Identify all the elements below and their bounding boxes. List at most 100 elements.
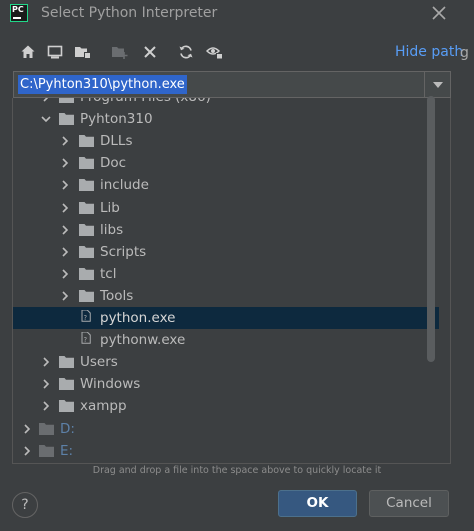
tree-item-label: include — [100, 177, 149, 194]
desktop-icon — [47, 45, 63, 59]
tree-folder-row[interactable]: Tools — [13, 285, 439, 307]
new-folder-icon — [112, 47, 128, 59]
tree-folder-row[interactable]: Doc — [13, 152, 439, 174]
drive-icon — [39, 444, 54, 457]
tree-item-label: Tools — [100, 287, 134, 304]
delete-button[interactable] — [139, 40, 161, 64]
tree-item-label: Windows — [80, 376, 141, 393]
chevron-right-icon[interactable] — [59, 268, 71, 280]
svg-text:?: ? — [84, 314, 88, 322]
tree-item-label: Program Files (x86) — [80, 98, 211, 106]
folder-icon — [59, 378, 74, 391]
tree-file-row[interactable]: ? pythonw.exe — [13, 329, 439, 351]
tree-item-label: E: — [60, 442, 74, 459]
folder-icon — [79, 245, 94, 258]
folder-icon — [79, 289, 94, 302]
chevron-right-icon[interactable] — [59, 246, 71, 258]
window-edge-fragment: g — [460, 42, 474, 62]
chevron-right-icon[interactable] — [59, 202, 71, 214]
chevron-right-icon[interactable] — [40, 356, 52, 368]
chevron-right-icon[interactable] — [59, 290, 71, 302]
chevron-right-icon[interactable] — [21, 423, 33, 435]
drag-drop-hint: Drag and drop a file into the space abov… — [92, 465, 382, 476]
tree-folder-row[interactable]: libs — [13, 219, 439, 241]
tree-folder-row[interactable]: tcl — [13, 263, 439, 285]
folder-icon — [59, 400, 74, 413]
chevron-right-icon[interactable] — [21, 445, 33, 457]
cancel-button[interactable]: Cancel — [369, 490, 449, 517]
tree-drive-row[interactable]: D: — [13, 418, 439, 440]
tree-folder-row[interactable]: include — [13, 174, 439, 196]
close-icon — [432, 6, 446, 20]
home-directory-button[interactable] — [17, 40, 39, 64]
folder-icon — [59, 356, 74, 369]
tree-item-label: DLLs — [100, 133, 133, 150]
chevron-right-icon[interactable] — [59, 157, 71, 169]
tree-item-label: xampp — [80, 398, 127, 415]
chevron-right-icon[interactable] — [40, 378, 52, 390]
folder-icon — [59, 98, 74, 103]
python-file-icon: ? — [81, 310, 91, 322]
folder-icon — [79, 135, 94, 148]
home-icon — [21, 45, 35, 58]
folder-icon — [79, 201, 94, 214]
tree-folder-row[interactable]: DLLs — [13, 130, 439, 152]
svg-text:?: ? — [84, 336, 88, 344]
chevron-right-icon[interactable] — [59, 179, 71, 191]
tree-item-label: tcl — [100, 265, 117, 282]
tree-folder-row[interactable]: Users — [13, 351, 439, 373]
tree-scrollbar[interactable] — [427, 96, 435, 362]
delete-icon — [144, 46, 156, 58]
path-input-value: C:\Pyhton310\python.exe — [18, 75, 187, 94]
close-button[interactable] — [428, 3, 450, 23]
chevron-down-icon[interactable] — [40, 113, 52, 125]
dialog-title: Select Python Interpreter — [41, 5, 218, 21]
chevron-down-icon — [432, 81, 443, 88]
folder-icon — [79, 267, 94, 280]
tree-item-label: Scripts — [100, 243, 147, 260]
chevron-right-icon[interactable] — [59, 224, 71, 236]
pycharm-logo: PC — [10, 4, 28, 22]
logo-text: PC — [12, 5, 24, 14]
drive-icon — [39, 422, 54, 435]
chevron-right-icon[interactable] — [40, 400, 52, 412]
refresh-button[interactable] — [175, 40, 197, 64]
chevron-right-icon[interactable] — [59, 135, 71, 147]
tree-folder-row[interactable]: Lib — [13, 197, 439, 219]
tree-item-label: pythonw.exe — [100, 332, 186, 349]
help-button[interactable]: ? — [12, 492, 38, 518]
desktop-button[interactable] — [44, 40, 66, 64]
tree-folder-row[interactable]: Windows — [13, 373, 439, 395]
tree-drive-row[interactable]: E: — [13, 440, 439, 462]
tree-item-label: D: — [60, 420, 75, 437]
folder-icon — [79, 223, 94, 236]
edge-text: g — [460, 45, 469, 61]
ok-button[interactable]: OK — [278, 490, 357, 517]
folder-icon — [59, 113, 74, 126]
tree-file-row[interactable]: ? python.exe — [13, 307, 439, 329]
tree-folder-row[interactable]: Program Files (x86) — [13, 98, 439, 108]
new-folder-button[interactable] — [109, 40, 131, 64]
tree-folder-row[interactable]: Pyhton310 — [13, 108, 439, 130]
hide-path-link[interactable]: Hide path — [395, 44, 463, 60]
path-history-dropdown[interactable] — [424, 72, 450, 97]
tree-item-label: python.exe — [100, 310, 176, 326]
project-directory-button[interactable] — [72, 40, 94, 64]
tree-item-label: Lib — [100, 199, 120, 216]
tree-folder-row[interactable]: Scripts — [13, 241, 439, 263]
tree-item-label: Users — [80, 354, 118, 371]
refresh-icon — [179, 45, 193, 59]
title-bar: PC Select Python Interpreter — [0, 0, 474, 28]
tree-item-label: libs — [100, 221, 124, 238]
file-tree[interactable]: Program Files (x86) Pyhton310 DLLs Doc inclu… — [12, 98, 451, 464]
python-file-icon: ? — [81, 332, 91, 344]
chevron-right-icon[interactable] — [40, 98, 52, 103]
tree-item-label: Pyhton310 — [80, 111, 153, 128]
path-input[interactable]: C:\Pyhton310\python.exe — [13, 71, 451, 98]
tree-folder-row[interactable]: xampp — [13, 395, 439, 417]
show-hidden-icon — [206, 47, 223, 59]
folder-icon — [79, 157, 94, 170]
project-folder-icon — [75, 47, 91, 59]
show-hidden-files-button[interactable] — [204, 40, 226, 64]
folder-icon — [79, 179, 94, 192]
